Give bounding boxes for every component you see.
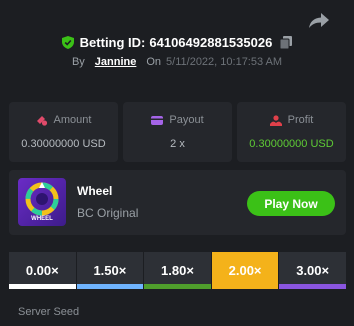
multiplier-tab[interactable]: 3.00×: [279, 252, 346, 289]
stat-amount-label: Amount: [53, 114, 92, 126]
game-thumbnail[interactable]: WHEEL: [18, 178, 66, 226]
game-card: WHEEL Wheel BC Original Play Now: [9, 170, 346, 235]
multiplier-label: 0.00×: [25, 263, 59, 278]
stat-payout: Payout 2 x: [123, 102, 232, 162]
multiplier-tabs: 0.00× 1.50× 1.80× 2.00× 3.00×: [9, 252, 346, 289]
stat-amount-value: 0.30000000 USD: [21, 138, 106, 150]
copy-icon[interactable]: [280, 36, 293, 49]
betting-id-value: 64106492881535026: [149, 35, 273, 50]
by-label: By: [71, 56, 85, 68]
multiplier-label: 2.00×: [228, 263, 262, 278]
betting-id-label: Betting ID:: [79, 35, 146, 50]
play-now-button[interactable]: Play Now: [247, 191, 335, 216]
stat-payout-label: Payout: [169, 114, 204, 126]
multiplier-tab[interactable]: 1.80×: [144, 252, 211, 289]
multiplier-tab-active[interactable]: 2.00×: [211, 252, 279, 289]
multiplier-color-bar: [76, 284, 144, 289]
username-link[interactable]: Jannine: [95, 56, 137, 68]
stat-amount-header: Amount: [36, 114, 92, 126]
multiplier-color-bar: [279, 284, 346, 289]
bet-stats: Amount 0.30000000 USD Payout 2 x Profit …: [9, 102, 346, 162]
coins-icon: [36, 115, 47, 126]
shield-check-icon: [61, 36, 74, 49]
stat-amount: Amount 0.30000000 USD: [9, 102, 118, 162]
stat-profit: Profit 0.30000000 USD: [237, 102, 346, 162]
stat-profit-label: Profit: [287, 114, 314, 126]
wallet-icon: [151, 115, 164, 125]
game-provider: BC Original: [77, 206, 139, 220]
on-label: On: [146, 56, 162, 68]
share-icon[interactable]: [308, 11, 330, 29]
stat-profit-header: Profit: [269, 114, 314, 126]
bet-date: 5/11/2022, 10:17:53 AM: [166, 56, 283, 68]
multiplier-tab[interactable]: 1.50×: [76, 252, 144, 289]
multiplier-color-bar: [144, 284, 211, 289]
server-seed-label: Server Seed: [18, 306, 80, 318]
stat-payout-header: Payout: [151, 114, 204, 126]
multiplier-label: 1.80×: [161, 263, 194, 278]
game-thumbnail-label: WHEEL: [31, 216, 53, 222]
profit-icon: [269, 114, 282, 126]
multiplier-label: 1.50×: [93, 263, 127, 278]
stat-profit-value: 0.30000000 USD: [249, 138, 334, 150]
betting-id-row: Betting ID: 64106492881535026: [0, 35, 354, 50]
stat-payout-value: 2 x: [170, 138, 185, 150]
bet-meta-row: By Jannine On 5/11/2022, 10:17:53 AM: [0, 56, 354, 68]
multiplier-label: 3.00×: [296, 263, 330, 278]
multiplier-color-bar: [9, 284, 76, 289]
multiplier-tab[interactable]: 0.00×: [9, 252, 76, 289]
multiplier-color-bar: [211, 284, 279, 289]
game-name: Wheel: [77, 184, 113, 198]
